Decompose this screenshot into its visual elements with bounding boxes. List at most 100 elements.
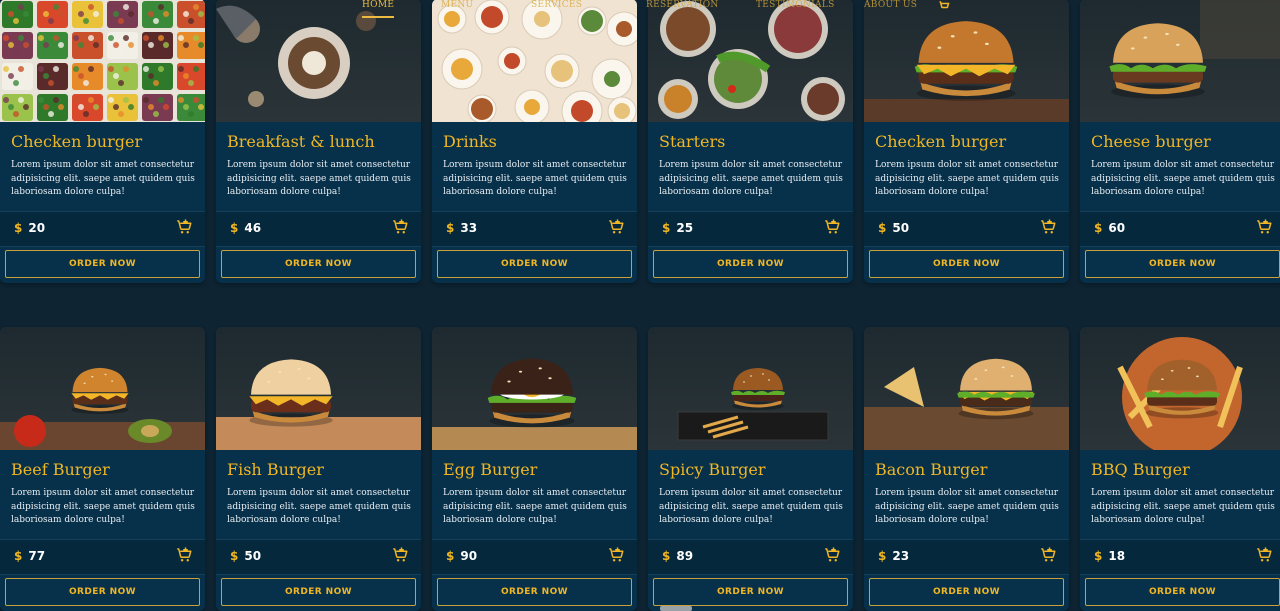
- food-image: [432, 327, 637, 450]
- price: $25: [662, 221, 693, 235]
- add-to-cart-icon[interactable]: [607, 546, 625, 568]
- order-now-button[interactable]: ORDER NOW: [653, 578, 848, 606]
- food-image: [1080, 0, 1280, 122]
- card-description: Lorem ipsum dolor sit amet consectetur a…: [443, 488, 627, 525]
- price: $50: [230, 549, 261, 563]
- menu-card: Drinks Lorem ipsum dolor sit amet consec…: [432, 0, 637, 283]
- price: $46: [230, 221, 261, 235]
- order-now-button[interactable]: ORDER NOW: [221, 578, 416, 606]
- card-description: Lorem ipsum dolor sit amet consectetur a…: [1091, 488, 1275, 525]
- price-row: $89: [648, 539, 853, 575]
- food-image: [0, 327, 205, 450]
- currency-symbol: $: [230, 221, 239, 235]
- card-title: Beef Burger: [11, 460, 110, 479]
- order-now-button[interactable]: ORDER NOW: [869, 578, 1064, 606]
- menu-card: Beef Burger Lorem ipsum dolor sit amet c…: [0, 327, 205, 611]
- card-title: Checken burger: [875, 132, 1007, 151]
- order-now-button[interactable]: ORDER NOW: [437, 250, 632, 278]
- price-value: 50: [892, 221, 910, 235]
- food-image: [1080, 327, 1280, 450]
- currency-symbol: $: [14, 549, 23, 563]
- card-description: Lorem ipsum dolor sit amet consectetur a…: [875, 160, 1059, 197]
- menu-card: BBQ Burger Lorem ipsum dolor sit amet co…: [1080, 327, 1280, 611]
- price-value: 25: [676, 221, 694, 235]
- order-now-button[interactable]: ORDER NOW: [1085, 578, 1280, 606]
- price-value: 46: [244, 221, 262, 235]
- nav-item-menu[interactable]: MENU: [441, 0, 473, 10]
- currency-symbol: $: [230, 549, 239, 563]
- card-title: Spicy Burger: [659, 460, 766, 479]
- menu-card: Checken burger Lorem ipsum dolor sit ame…: [864, 0, 1069, 283]
- order-now-button[interactable]: ORDER NOW: [1085, 250, 1280, 278]
- currency-symbol: $: [662, 221, 671, 235]
- menu-card: Bacon Burger Lorem ipsum dolor sit amet …: [864, 327, 1069, 611]
- price-row: $20: [0, 211, 205, 247]
- price: $23: [878, 549, 909, 563]
- price: $77: [14, 549, 45, 563]
- order-now-button[interactable]: ORDER NOW: [5, 250, 200, 278]
- nav-item-testimonials[interactable]: TESTIMONIALS: [756, 0, 835, 10]
- card-title: Drinks: [443, 132, 497, 151]
- add-to-cart-icon[interactable]: [823, 218, 841, 240]
- order-now-button[interactable]: ORDER NOW: [437, 578, 632, 606]
- price-value: 33: [460, 221, 478, 235]
- nav-cart-icon[interactable]: [938, 0, 950, 16]
- price-value: 77: [28, 549, 46, 563]
- add-to-cart-icon[interactable]: [1255, 546, 1273, 568]
- currency-symbol: $: [446, 221, 455, 235]
- nav-item-home[interactable]: HOME: [362, 0, 395, 18]
- card-description: Lorem ipsum dolor sit amet consectetur a…: [875, 488, 1059, 525]
- price-value: 60: [1108, 221, 1126, 235]
- price: $18: [1094, 549, 1125, 563]
- add-to-cart-icon[interactable]: [1255, 218, 1273, 240]
- nav-item-services[interactable]: SERVICES: [531, 0, 582, 10]
- card-description: Lorem ipsum dolor sit amet consectetur a…: [11, 160, 195, 197]
- card-description: Lorem ipsum dolor sit amet consectetur a…: [659, 488, 843, 525]
- nav-item-reservation[interactable]: RESERVATION: [646, 0, 719, 10]
- card-description: Lorem ipsum dolor sit amet consectetur a…: [227, 488, 411, 525]
- card-title: Cheese burger: [1091, 132, 1211, 151]
- price: $33: [446, 221, 477, 235]
- add-to-cart-icon[interactable]: [175, 546, 193, 568]
- food-image: [864, 327, 1069, 450]
- add-to-cart-icon[interactable]: [823, 546, 841, 568]
- order-now-button[interactable]: ORDER NOW: [5, 578, 200, 606]
- add-to-cart-icon[interactable]: [1039, 546, 1057, 568]
- currency-symbol: $: [1094, 549, 1103, 563]
- add-to-cart-icon[interactable]: [1039, 218, 1057, 240]
- nav-item-about-us[interactable]: ABOUT US: [864, 0, 917, 10]
- card-title: Fish Burger: [227, 460, 324, 479]
- price-value: 20: [28, 221, 46, 235]
- menu-card: Egg Burger Lorem ipsum dolor sit amet co…: [432, 327, 637, 611]
- order-now-button[interactable]: ORDER NOW: [653, 250, 848, 278]
- card-title: BBQ Burger: [1091, 460, 1190, 479]
- food-image: [648, 327, 853, 450]
- card-description: Lorem ipsum dolor sit amet consectetur a…: [227, 160, 411, 197]
- card-title: Starters: [659, 132, 726, 151]
- price: $90: [446, 549, 477, 563]
- add-to-cart-icon[interactable]: [607, 218, 625, 240]
- card-description: Lorem ipsum dolor sit amet consectetur a…: [1091, 160, 1275, 197]
- price-value: 18: [1108, 549, 1126, 563]
- add-to-cart-icon[interactable]: [391, 546, 409, 568]
- price-row: $18: [1080, 539, 1280, 575]
- card-description: Lorem ipsum dolor sit amet consectetur a…: [659, 160, 843, 197]
- menu-card: Spicy Burger Lorem ipsum dolor sit amet …: [648, 327, 853, 611]
- price-row: $25: [648, 211, 853, 247]
- card-title: Egg Burger: [443, 460, 538, 479]
- currency-symbol: $: [662, 549, 671, 563]
- menu-card: Starters Lorem ipsum dolor sit amet cons…: [648, 0, 853, 283]
- price: $89: [662, 549, 693, 563]
- card-title: Bacon Burger: [875, 460, 988, 479]
- scrollbar-thumb[interactable]: [660, 606, 692, 611]
- price-row: $60: [1080, 211, 1280, 247]
- card-title: Checken burger: [11, 132, 143, 151]
- price-row: $33: [432, 211, 637, 247]
- order-now-button[interactable]: ORDER NOW: [869, 250, 1064, 278]
- add-to-cart-icon[interactable]: [175, 218, 193, 240]
- price-value: 90: [460, 549, 478, 563]
- add-to-cart-icon[interactable]: [391, 218, 409, 240]
- card-description: Lorem ipsum dolor sit amet consectetur a…: [443, 160, 627, 197]
- price: $60: [1094, 221, 1125, 235]
- order-now-button[interactable]: ORDER NOW: [221, 250, 416, 278]
